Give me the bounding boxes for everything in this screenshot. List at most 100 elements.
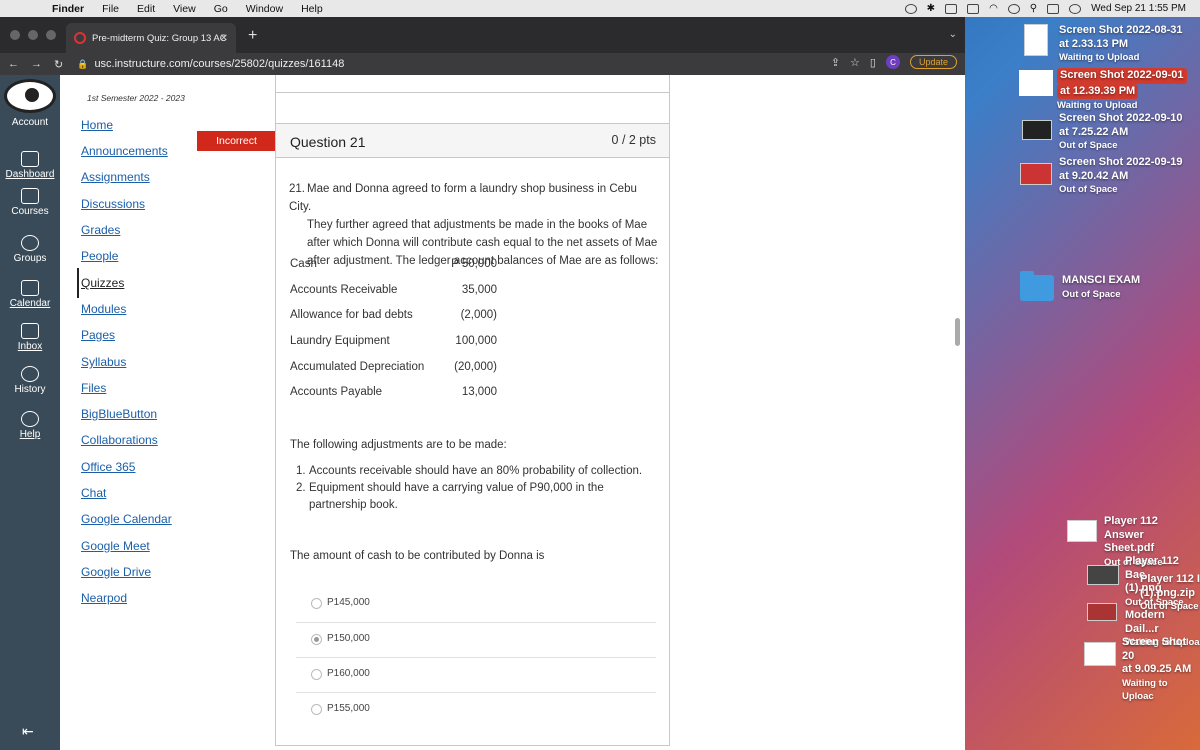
nav-help[interactable]: Help: [0, 411, 60, 440]
course-nav-home[interactable]: Home: [81, 118, 113, 132]
screen-record-icon[interactable]: [904, 3, 917, 14]
answer-radio[interactable]: [311, 704, 322, 715]
menu-bar: Finder File Edit View Go Window Help ✱ ◠…: [0, 0, 1200, 17]
zoom-window-button[interactable]: [46, 30, 56, 40]
minimize-window-button[interactable]: [28, 30, 38, 40]
nav-inbox[interactable]: Inbox: [0, 323, 60, 352]
course-nav-announcements[interactable]: Announcements: [81, 144, 168, 158]
nav-calendar-label: Calendar: [9, 298, 51, 309]
menu-file[interactable]: File: [102, 3, 119, 15]
course-nav-google-drive[interactable]: Google Drive: [81, 565, 151, 579]
user-icon[interactable]: [1007, 3, 1020, 14]
answer-radio[interactable]: [311, 669, 322, 680]
course-nav-grades[interactable]: Grades: [81, 223, 120, 237]
file-thumbnail[interactable]: [1087, 603, 1117, 621]
collapse-nav-icon[interactable]: ⇤: [22, 723, 34, 740]
menu-edit[interactable]: Edit: [137, 3, 155, 15]
nav-history[interactable]: History: [0, 366, 60, 395]
desktop-file[interactable]: Screen Shot 2022-08-31 at 2.33.13 PM Wai…: [1059, 24, 1183, 65]
new-tab-button[interactable]: +: [248, 27, 257, 45]
course-nav-pages[interactable]: Pages: [81, 328, 115, 342]
course-nav-collaborations[interactable]: Collaborations: [81, 433, 158, 447]
file-thumbnail[interactable]: [1024, 24, 1048, 56]
answer-text: P160,000: [327, 668, 370, 679]
file-thumbnail[interactable]: [1087, 565, 1119, 585]
ledger-row: Allowance for bad debts (2,000): [290, 309, 660, 335]
file-thumbnail[interactable]: [1022, 120, 1052, 140]
question-panel: Question 21 0 / 2 pts 21. Mae and Donna a…: [275, 75, 670, 746]
tab-list-chevron-icon[interactable]: ⌄: [949, 29, 957, 40]
tab-quiz[interactable]: Pre-midterm Quiz: Group 13 AC ✕: [66, 23, 236, 53]
menu-go[interactable]: Go: [214, 3, 228, 15]
desktop-folder[interactable]: MANSCI EXAM Out of Space: [1062, 274, 1140, 301]
course-nav-syllabus[interactable]: Syllabus: [81, 355, 126, 369]
nav-courses[interactable]: Courses: [0, 188, 60, 217]
address-toolbar: ← → ↻ 🔒 usc.instructure.com/courses/2580…: [0, 53, 965, 75]
bookmark-star-icon[interactable]: ☆: [850, 56, 860, 69]
forward-icon[interactable]: →: [31, 58, 42, 71]
file-thumbnail-selected[interactable]: [1019, 70, 1053, 96]
close-window-button[interactable]: [10, 30, 20, 40]
course-nav-google-calendar[interactable]: Google Calendar: [81, 512, 172, 526]
menu-view[interactable]: View: [173, 3, 196, 15]
ledger-row: Laundry Equipment 100,000: [290, 335, 660, 361]
sidebar-toggle-icon[interactable]: ▯: [870, 56, 876, 69]
answer-option[interactable]: P150,000: [296, 622, 656, 657]
profile-avatar[interactable]: C: [885, 55, 900, 69]
desktop-file[interactable]: Screen Shot 2022-09-19 at 9.20.42 AM Out…: [1059, 156, 1183, 197]
ledger-amount: 100,000: [455, 335, 497, 348]
menu-datetime[interactable]: Wed Sep 21 1:55 PM: [1091, 3, 1186, 14]
browser-window: Pre-midterm Quiz: Group 13 AC ✕ + ⌄ ← → …: [0, 17, 965, 750]
bluetooth-icon[interactable]: ✱: [927, 3, 935, 14]
course-nav-quizzes[interactable]: Quizzes: [81, 276, 124, 290]
course-nav-discussions[interactable]: Discussions: [81, 197, 145, 211]
file-thumbnail[interactable]: [1067, 520, 1097, 542]
keyboard-icon[interactable]: [945, 3, 958, 14]
menu-window[interactable]: Window: [246, 3, 283, 15]
nav-account[interactable]: Account: [0, 117, 60, 128]
folder-icon[interactable]: [1020, 271, 1054, 301]
answer-radio-selected[interactable]: [311, 634, 322, 645]
menu-help[interactable]: Help: [301, 3, 323, 15]
course-nav-modules[interactable]: Modules: [81, 302, 126, 316]
url-field[interactable]: usc.instructure.com/courses/25802/quizze…: [94, 58, 344, 70]
nav-calendar[interactable]: Calendar: [0, 280, 60, 309]
course-nav-files[interactable]: Files: [81, 381, 106, 395]
answer-list: P145,000 P150,000 P160,000 P155,000: [296, 587, 656, 727]
course-nav-nearpod[interactable]: Nearpod: [81, 591, 127, 605]
course-nav-assignments[interactable]: Assignments: [81, 170, 150, 184]
spotlight-icon[interactable]: ⚲: [1030, 3, 1037, 14]
update-button[interactable]: Update: [909, 55, 957, 69]
answer-option[interactable]: P160,000: [296, 657, 656, 692]
course-nav-office365[interactable]: Office 365: [81, 460, 135, 474]
battery-icon[interactable]: [967, 3, 980, 14]
course-nav-bigbluebutton[interactable]: BigBlueButton: [81, 407, 157, 421]
desktop-file[interactable]: Screen Shot 2022-09-10 at 7.25.22 AM Out…: [1059, 112, 1183, 153]
control-center-icon[interactable]: [1047, 3, 1060, 14]
desktop-file-selected[interactable]: Screen Shot 2022-09-01 at 12.39.39 PM Wa…: [1057, 68, 1187, 113]
answer-option[interactable]: P145,000: [296, 587, 656, 622]
file-thumbnail[interactable]: [1020, 163, 1052, 185]
wifi-icon[interactable]: ◠: [989, 3, 998, 14]
ledger-account: Laundry Equipment: [290, 335, 390, 348]
share-icon[interactable]: ⇪: [831, 56, 840, 69]
menu-app-name[interactable]: Finder: [52, 3, 84, 15]
reload-icon[interactable]: ↻: [54, 58, 63, 71]
course-nav-people[interactable]: People: [81, 249, 118, 263]
siri-icon[interactable]: [1069, 3, 1082, 14]
course-nav-google-meet[interactable]: Google Meet: [81, 539, 150, 553]
answer-radio[interactable]: [311, 598, 322, 609]
course-nav-chat[interactable]: Chat: [81, 486, 106, 500]
close-tab-icon[interactable]: ✕: [220, 33, 228, 44]
nav-dashboard[interactable]: Dashboard: [0, 151, 60, 180]
ledger-amount: 35,000: [461, 283, 497, 296]
question-prompt: The amount of cash to be contributed by …: [290, 550, 545, 562]
scrollbar-thumb[interactable]: [955, 318, 960, 346]
desktop-file[interactable]: Screen Shot 20 at 9.09.25 AM Waiting to …: [1122, 636, 1200, 704]
back-icon[interactable]: ←: [8, 58, 19, 71]
file-thumbnail[interactable]: [1084, 642, 1116, 666]
answer-option[interactable]: P155,000: [296, 692, 656, 727]
desktop-file[interactable]: Player 112 I (1).png.zip Out of Space: [1140, 573, 1200, 614]
nav-groups[interactable]: Groups: [0, 235, 60, 264]
university-logo[interactable]: [4, 79, 56, 113]
